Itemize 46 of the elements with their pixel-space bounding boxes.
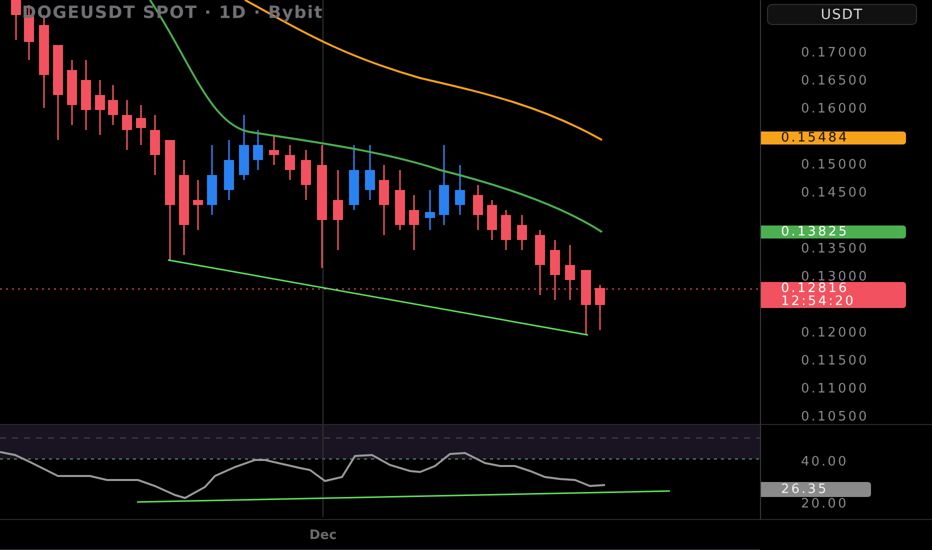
- candle: [136, 105, 146, 145]
- price-tick-label: 0.13500: [801, 242, 869, 256]
- candle: [425, 190, 435, 230]
- candle: [395, 170, 405, 230]
- candle: [224, 140, 234, 200]
- price-tick-label: 0.16500: [801, 74, 869, 88]
- candle: [81, 60, 91, 130]
- price-tick-label: 0.17000: [801, 46, 869, 60]
- candle: [349, 145, 359, 210]
- price-tick-label: 0.12000: [801, 326, 869, 340]
- candle: [379, 165, 389, 235]
- candle: [501, 210, 511, 250]
- currency-button[interactable]: USDT: [767, 4, 917, 25]
- candle: [207, 145, 217, 215]
- candle: [122, 100, 132, 150]
- candle: [409, 195, 419, 250]
- candle: [108, 85, 118, 125]
- price-tick-label: 0.11000: [801, 382, 869, 396]
- candle: [487, 200, 497, 240]
- candle: [253, 130, 263, 170]
- candle: [365, 145, 375, 200]
- candle: [517, 215, 527, 250]
- candle: [193, 180, 203, 230]
- candle: [150, 115, 160, 175]
- rsi-tick-label: 40.00: [801, 454, 848, 470]
- candle: [269, 135, 279, 165]
- candle: [455, 165, 465, 215]
- candle: [473, 185, 483, 230]
- candle: [67, 60, 77, 125]
- candle: [581, 270, 591, 335]
- candle: [301, 150, 311, 200]
- price-tick-label: 0.14500: [801, 186, 869, 200]
- time-axis-label: Dec: [309, 528, 337, 543]
- candle: [285, 145, 295, 180]
- price-tick-label: 0.10500: [801, 410, 869, 424]
- candle: [11, 0, 21, 40]
- price-tick-label: 0.16000: [801, 102, 869, 116]
- candle: [95, 80, 105, 135]
- price-tick-label: 0.15000: [801, 158, 869, 172]
- price-tick-label: 0.11500: [801, 354, 869, 368]
- price-marker: 0.15484: [761, 132, 906, 144]
- rsi-tick-label: 20.00: [801, 496, 848, 512]
- price-marker: 0.13825: [761, 226, 906, 238]
- price-marker: 0.12816 12:54:20: [761, 282, 906, 308]
- candle: [239, 115, 249, 180]
- rsi-value-label: 26.35: [761, 482, 871, 497]
